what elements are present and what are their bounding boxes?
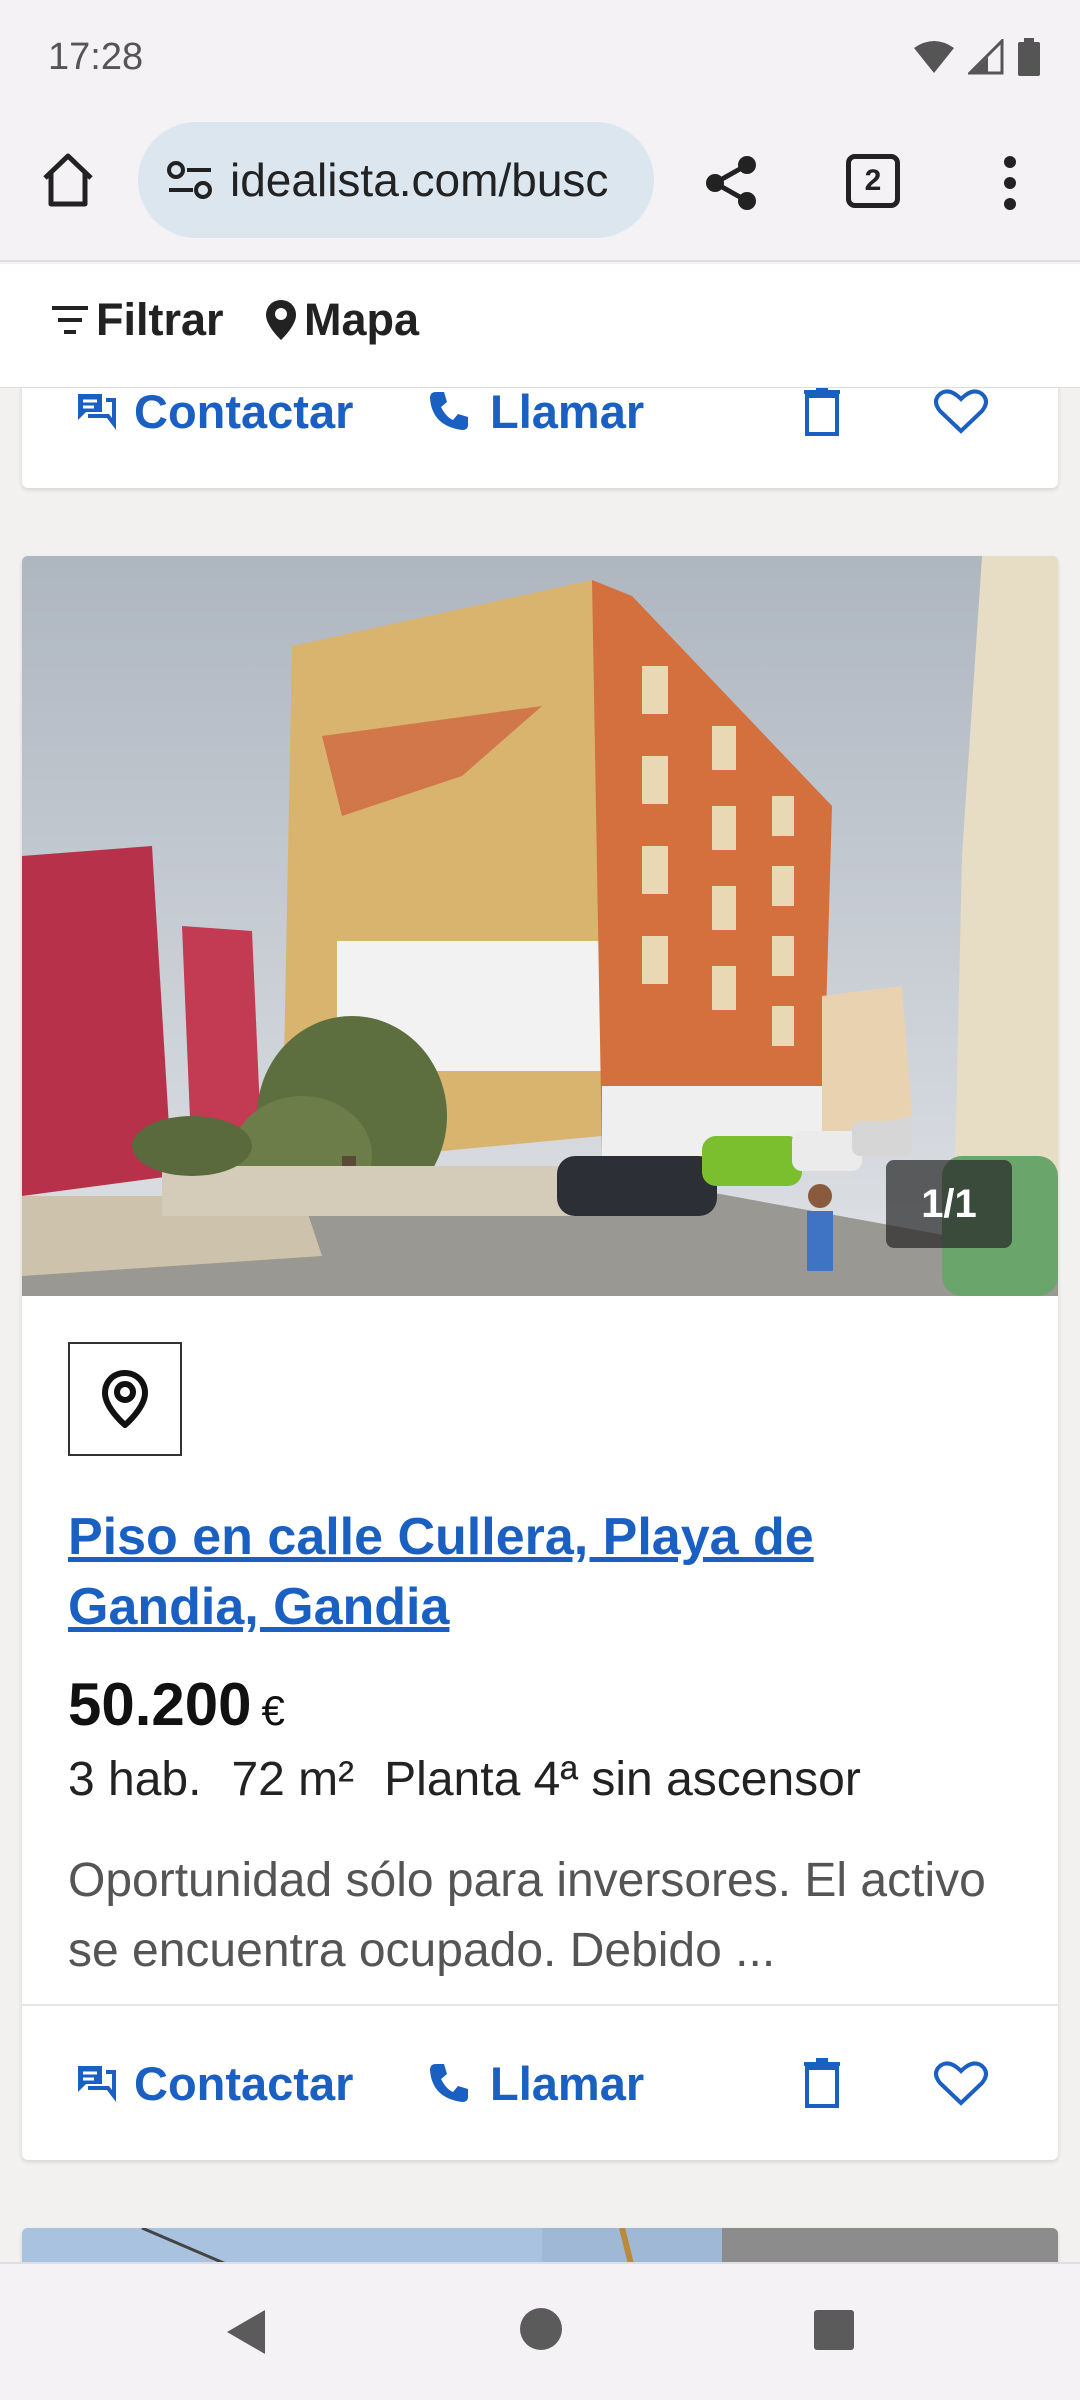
contact-button[interactable]: Contactar: [72, 384, 353, 439]
call-label: Llamar: [490, 384, 645, 438]
map-pin-icon: [266, 300, 296, 340]
home-nav-button[interactable]: [520, 2308, 562, 2350]
trash-icon: [804, 2058, 840, 2108]
signal-icon: [968, 39, 1004, 75]
rooms: 3 hab.: [68, 1753, 202, 1806]
discard-button[interactable]: [802, 2058, 842, 2108]
listing-price: 50.200 €: [68, 1670, 285, 1739]
site-settings-icon[interactable]: [162, 152, 218, 208]
price-currency: €: [261, 1687, 285, 1734]
share-button[interactable]: [696, 148, 766, 218]
listing-card[interactable]: 1/1 Piso en calle Cullera, Playa de Gand…: [22, 556, 1058, 2160]
status-time: 17:28: [48, 36, 144, 78]
contact-button[interactable]: Contactar: [72, 2056, 353, 2111]
price-value: 50.200: [68, 1671, 252, 1738]
discard-button[interactable]: [802, 386, 842, 436]
divider: [22, 2004, 1058, 2006]
listing-photo[interactable]: 1/1: [22, 556, 1058, 1296]
tab-switcher-button[interactable]: 2: [846, 154, 900, 208]
heart-icon: [934, 389, 988, 434]
status-icons: [914, 38, 1040, 76]
listing-description[interactable]: Oportunidad sólo para inversores. El act…: [68, 1846, 1028, 1986]
wifi-icon: [914, 41, 954, 73]
area: 72 m²: [231, 1753, 355, 1806]
favorite-button[interactable]: [934, 2059, 988, 2107]
call-button[interactable]: Llamar: [426, 2056, 644, 2111]
url-bar[interactable]: idealista.com/busc: [138, 122, 654, 238]
filter-bar: Filtrar Mapa: [0, 264, 1080, 388]
phone-icon: [430, 2064, 468, 2102]
back-triangle-icon: [227, 2310, 265, 2354]
contact-label: Contactar: [134, 2056, 354, 2110]
status-bar: 17:28: [0, 0, 1080, 112]
more-vert-icon: [1004, 156, 1016, 210]
map-label: Mapa: [304, 294, 420, 345]
back-button[interactable]: [218, 2304, 274, 2360]
chat-icon: [78, 2066, 116, 2102]
recents-button[interactable]: [814, 2310, 854, 2350]
favorite-button[interactable]: [934, 387, 988, 435]
card-actions: Contactar Llamar: [22, 2008, 1058, 2158]
location-pin-icon: [101, 1370, 149, 1428]
browser-toolbar: idealista.com/busc 2: [0, 112, 1080, 262]
url-text: idealista.com/busc: [230, 154, 609, 206]
heart-icon: [934, 2061, 988, 2106]
contact-label: Contactar: [134, 384, 354, 438]
floor: Planta 4ª sin ascensor: [384, 1753, 861, 1806]
listing-details: 3 hab. 72 m² Planta 4ª sin ascensor: [68, 1752, 891, 1807]
photo-counter: 1/1: [886, 1160, 1012, 1248]
call-label: Llamar: [490, 2056, 645, 2110]
filter-button[interactable]: Filtrar: [50, 294, 224, 346]
trash-icon: [804, 386, 840, 436]
filter-label: Filtrar: [96, 294, 224, 345]
phone-icon: [430, 392, 468, 430]
listing-title-link[interactable]: Piso en calle Cullera, Playa de Gandia, …: [68, 1502, 1008, 1642]
more-menu-button[interactable]: [990, 148, 1030, 218]
system-nav-bar: [0, 2262, 1080, 2400]
filter-icon: [52, 306, 88, 334]
battery-icon: [1018, 38, 1040, 76]
home-button[interactable]: [36, 148, 100, 212]
share-icon: [706, 156, 756, 210]
call-button[interactable]: Llamar: [426, 384, 644, 439]
location-button[interactable]: [68, 1342, 182, 1456]
chat-icon: [78, 394, 116, 430]
map-button[interactable]: Mapa: [264, 294, 419, 346]
home-icon: [43, 153, 93, 207]
